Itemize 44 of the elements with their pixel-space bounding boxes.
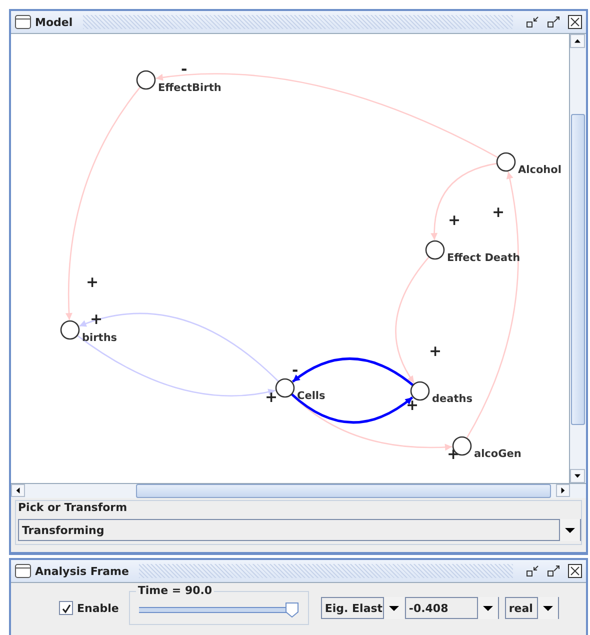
sign-label: +	[265, 388, 278, 406]
node-label: births	[82, 332, 118, 344]
node-label: EffectBirth	[158, 82, 222, 94]
window-icon	[15, 564, 31, 578]
sign-label: +	[406, 396, 419, 414]
horizontal-scrollbar[interactable]	[11, 483, 586, 498]
sign-label: -	[181, 60, 188, 78]
node-label: Cells	[297, 390, 326, 402]
close-icon[interactable]	[568, 15, 582, 29]
node-circle[interactable]	[425, 240, 445, 260]
sign-label: +	[86, 273, 99, 291]
node-circle[interactable]	[60, 320, 80, 340]
close-icon[interactable]	[568, 564, 582, 578]
mode-dropdown[interactable]: Transforming	[18, 519, 581, 541]
sign-label: +	[492, 203, 505, 221]
sign-label: -	[292, 361, 298, 379]
slider-thumb[interactable]	[284, 602, 298, 618]
node-label: Alcohol	[518, 164, 562, 176]
sign-label: +	[448, 211, 461, 229]
node-circle[interactable]	[275, 378, 295, 398]
group-title: Pick or Transform	[18, 501, 128, 515]
vertical-scrollbar[interactable]	[569, 34, 586, 483]
window-icon	[15, 15, 31, 29]
node-label: alcoGen	[474, 448, 522, 460]
dropdown[interactable]: -0.408	[404, 597, 499, 619]
dropdown[interactable]: real	[504, 597, 559, 619]
scroll-thumb[interactable]	[136, 484, 551, 498]
window-title: Analysis Frame	[35, 564, 129, 578]
maximize-icon[interactable]	[547, 564, 561, 578]
sign-label: +	[90, 310, 103, 328]
slider-label: Time = 90.0	[136, 585, 214, 597]
checkbox[interactable]	[59, 601, 73, 615]
maximize-icon[interactable]	[547, 15, 561, 29]
checkbox-label: Enable	[77, 602, 119, 614]
sign-label: +	[429, 342, 442, 360]
scroll-thumb[interactable]	[571, 114, 585, 425]
minimize-icon[interactable]	[526, 15, 540, 29]
node-label: deaths	[432, 393, 472, 405]
node-circle[interactable]	[136, 70, 156, 90]
node-circle[interactable]	[410, 381, 430, 401]
node-label: Effect Death	[447, 252, 520, 264]
minimize-icon[interactable]	[526, 564, 540, 578]
window-title: Model	[35, 16, 73, 28]
node-circle[interactable]	[496, 152, 516, 172]
